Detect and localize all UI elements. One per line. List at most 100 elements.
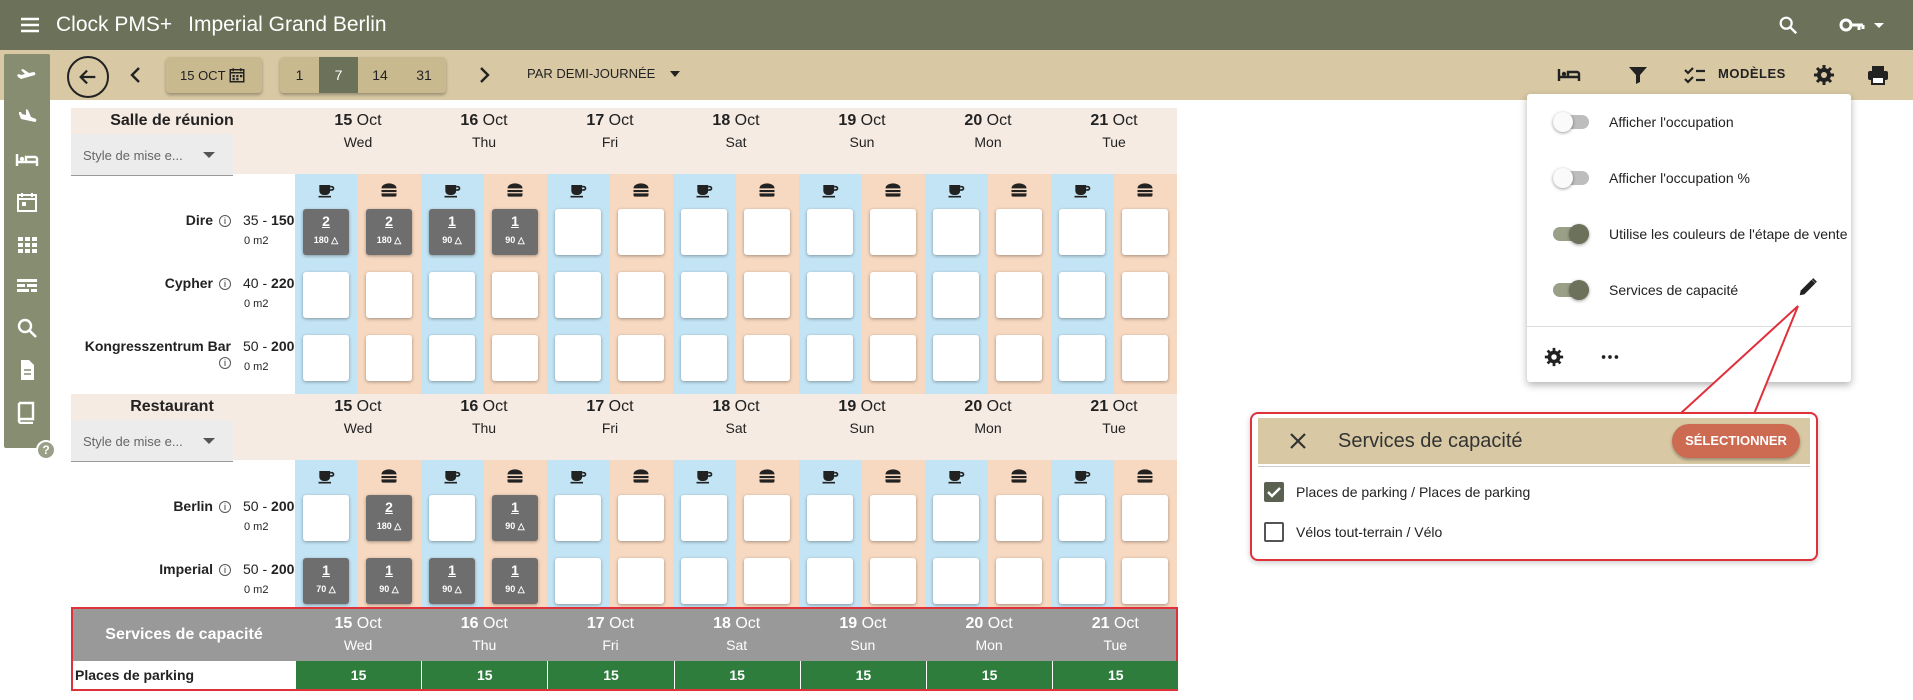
empty-slot[interactable] [744, 209, 790, 255]
empty-slot[interactable] [366, 272, 412, 318]
bed-icon[interactable] [15, 148, 39, 172]
capacity-value-cell[interactable]: 15 [1052, 661, 1179, 689]
empty-slot[interactable] [303, 495, 349, 541]
empty-slot[interactable] [870, 209, 916, 255]
empty-slot[interactable] [996, 558, 1042, 604]
gear-icon[interactable] [1543, 346, 1565, 368]
empty-slot[interactable] [1122, 495, 1168, 541]
empty-slot[interactable] [744, 272, 790, 318]
plane-departure-icon[interactable] [15, 64, 39, 88]
booking-slot[interactable]: 2 180 △ [303, 209, 349, 255]
range-14-button[interactable]: 14 [358, 57, 402, 93]
menu-icon[interactable] [18, 13, 42, 37]
select-button[interactable]: SÉLECTIONNER [1672, 424, 1800, 458]
print-icon[interactable] [1866, 63, 1890, 87]
bed-icon[interactable] [1557, 63, 1581, 87]
bike-checkbox[interactable] [1264, 522, 1284, 542]
booking-slot[interactable]: 1 90 △ [429, 558, 475, 604]
toggle-switch[interactable] [1553, 112, 1589, 132]
empty-slot[interactable] [870, 272, 916, 318]
booking-slot[interactable]: 1 90 △ [429, 209, 475, 255]
calendar-icon[interactable] [15, 190, 39, 214]
empty-slot[interactable] [1122, 272, 1168, 318]
empty-slot[interactable] [807, 495, 853, 541]
empty-slot[interactable] [555, 558, 601, 604]
empty-slot[interactable] [933, 558, 979, 604]
empty-slot[interactable] [618, 335, 664, 381]
empty-slot[interactable] [870, 495, 916, 541]
menu-option[interactable]: Afficher l'occupation [1553, 108, 1734, 136]
booking-slot[interactable]: 2 180 △ [366, 495, 412, 541]
capacity-value-cell[interactable]: 15 [295, 661, 422, 689]
grid-icon[interactable] [15, 232, 39, 256]
range-1-button[interactable]: 1 [280, 57, 319, 93]
key-icon[interactable] [1839, 14, 1865, 36]
empty-slot[interactable] [807, 272, 853, 318]
document-icon[interactable] [15, 358, 39, 382]
timeline-icon[interactable] [15, 274, 39, 298]
empty-slot[interactable] [366, 335, 412, 381]
empty-slot[interactable] [303, 335, 349, 381]
info-icon[interactable]: i [219, 501, 231, 514]
empty-slot[interactable] [933, 209, 979, 255]
capacity-value-cell[interactable]: 15 [799, 661, 926, 689]
empty-slot[interactable] [681, 495, 727, 541]
capacity-value-cell[interactable]: 15 [673, 661, 800, 689]
layout-style-select[interactable]: Style de mise e... [71, 420, 233, 462]
empty-slot[interactable] [492, 335, 538, 381]
empty-slot[interactable] [870, 335, 916, 381]
toggle-switch[interactable] [1553, 168, 1589, 188]
empty-slot[interactable] [555, 335, 601, 381]
room-name[interactable]: Dire i [71, 212, 231, 228]
edit-pencil-icon[interactable] [1797, 276, 1819, 298]
empty-slot[interactable] [429, 335, 475, 381]
empty-slot[interactable] [870, 558, 916, 604]
empty-slot[interactable] [681, 558, 727, 604]
empty-slot[interactable] [996, 335, 1042, 381]
booking-slot[interactable]: 1 90 △ [492, 495, 538, 541]
empty-slot[interactable] [492, 272, 538, 318]
empty-slot[interactable] [744, 558, 790, 604]
empty-slot[interactable] [1059, 558, 1105, 604]
close-icon[interactable] [1288, 431, 1308, 451]
empty-slot[interactable] [681, 209, 727, 255]
chevron-down-icon[interactable] [1871, 17, 1887, 33]
more-horizontal-icon[interactable] [1599, 346, 1621, 368]
empty-slot[interactable] [744, 335, 790, 381]
booking-slot[interactable]: 1 90 △ [492, 209, 538, 255]
book-icon[interactable] [15, 400, 39, 424]
checklist-icon[interactable] [1683, 63, 1707, 87]
view-mode-select[interactable]: PAR DEMI-JOURNÉE [527, 66, 681, 81]
info-icon[interactable]: i [219, 215, 231, 228]
info-icon[interactable]: i [219, 357, 231, 370]
empty-slot[interactable] [303, 272, 349, 318]
info-icon[interactable]: i [219, 278, 231, 291]
toggle-switch[interactable] [1553, 280, 1589, 300]
empty-slot[interactable] [618, 209, 664, 255]
empty-slot[interactable] [807, 335, 853, 381]
plane-arrival-icon[interactable] [15, 106, 39, 130]
empty-slot[interactable] [807, 558, 853, 604]
empty-slot[interactable] [933, 495, 979, 541]
empty-slot[interactable] [1122, 209, 1168, 255]
chevron-left-icon[interactable] [124, 63, 148, 87]
empty-slot[interactable] [1122, 335, 1168, 381]
room-name[interactable]: Kongresszentrum Bar i [71, 338, 231, 370]
empty-slot[interactable] [555, 272, 601, 318]
booking-slot[interactable]: 2 180 △ [366, 209, 412, 255]
range-7-button[interactable]: 7 [319, 57, 358, 93]
empty-slot[interactable] [1059, 495, 1105, 541]
parking-checkbox[interactable] [1264, 482, 1284, 502]
empty-slot[interactable] [1122, 558, 1168, 604]
empty-slot[interactable] [618, 558, 664, 604]
models-button[interactable]: MODÈLES [1718, 66, 1786, 81]
empty-slot[interactable] [429, 495, 475, 541]
booking-slot[interactable]: 1 90 △ [492, 558, 538, 604]
menu-option[interactable]: Afficher l'occupation % [1553, 164, 1750, 192]
empty-slot[interactable] [1059, 209, 1105, 255]
empty-slot[interactable] [996, 495, 1042, 541]
empty-slot[interactable] [1059, 272, 1105, 318]
room-name[interactable]: Cypher i [71, 275, 231, 291]
filter-icon[interactable] [1626, 63, 1650, 87]
empty-slot[interactable] [681, 335, 727, 381]
